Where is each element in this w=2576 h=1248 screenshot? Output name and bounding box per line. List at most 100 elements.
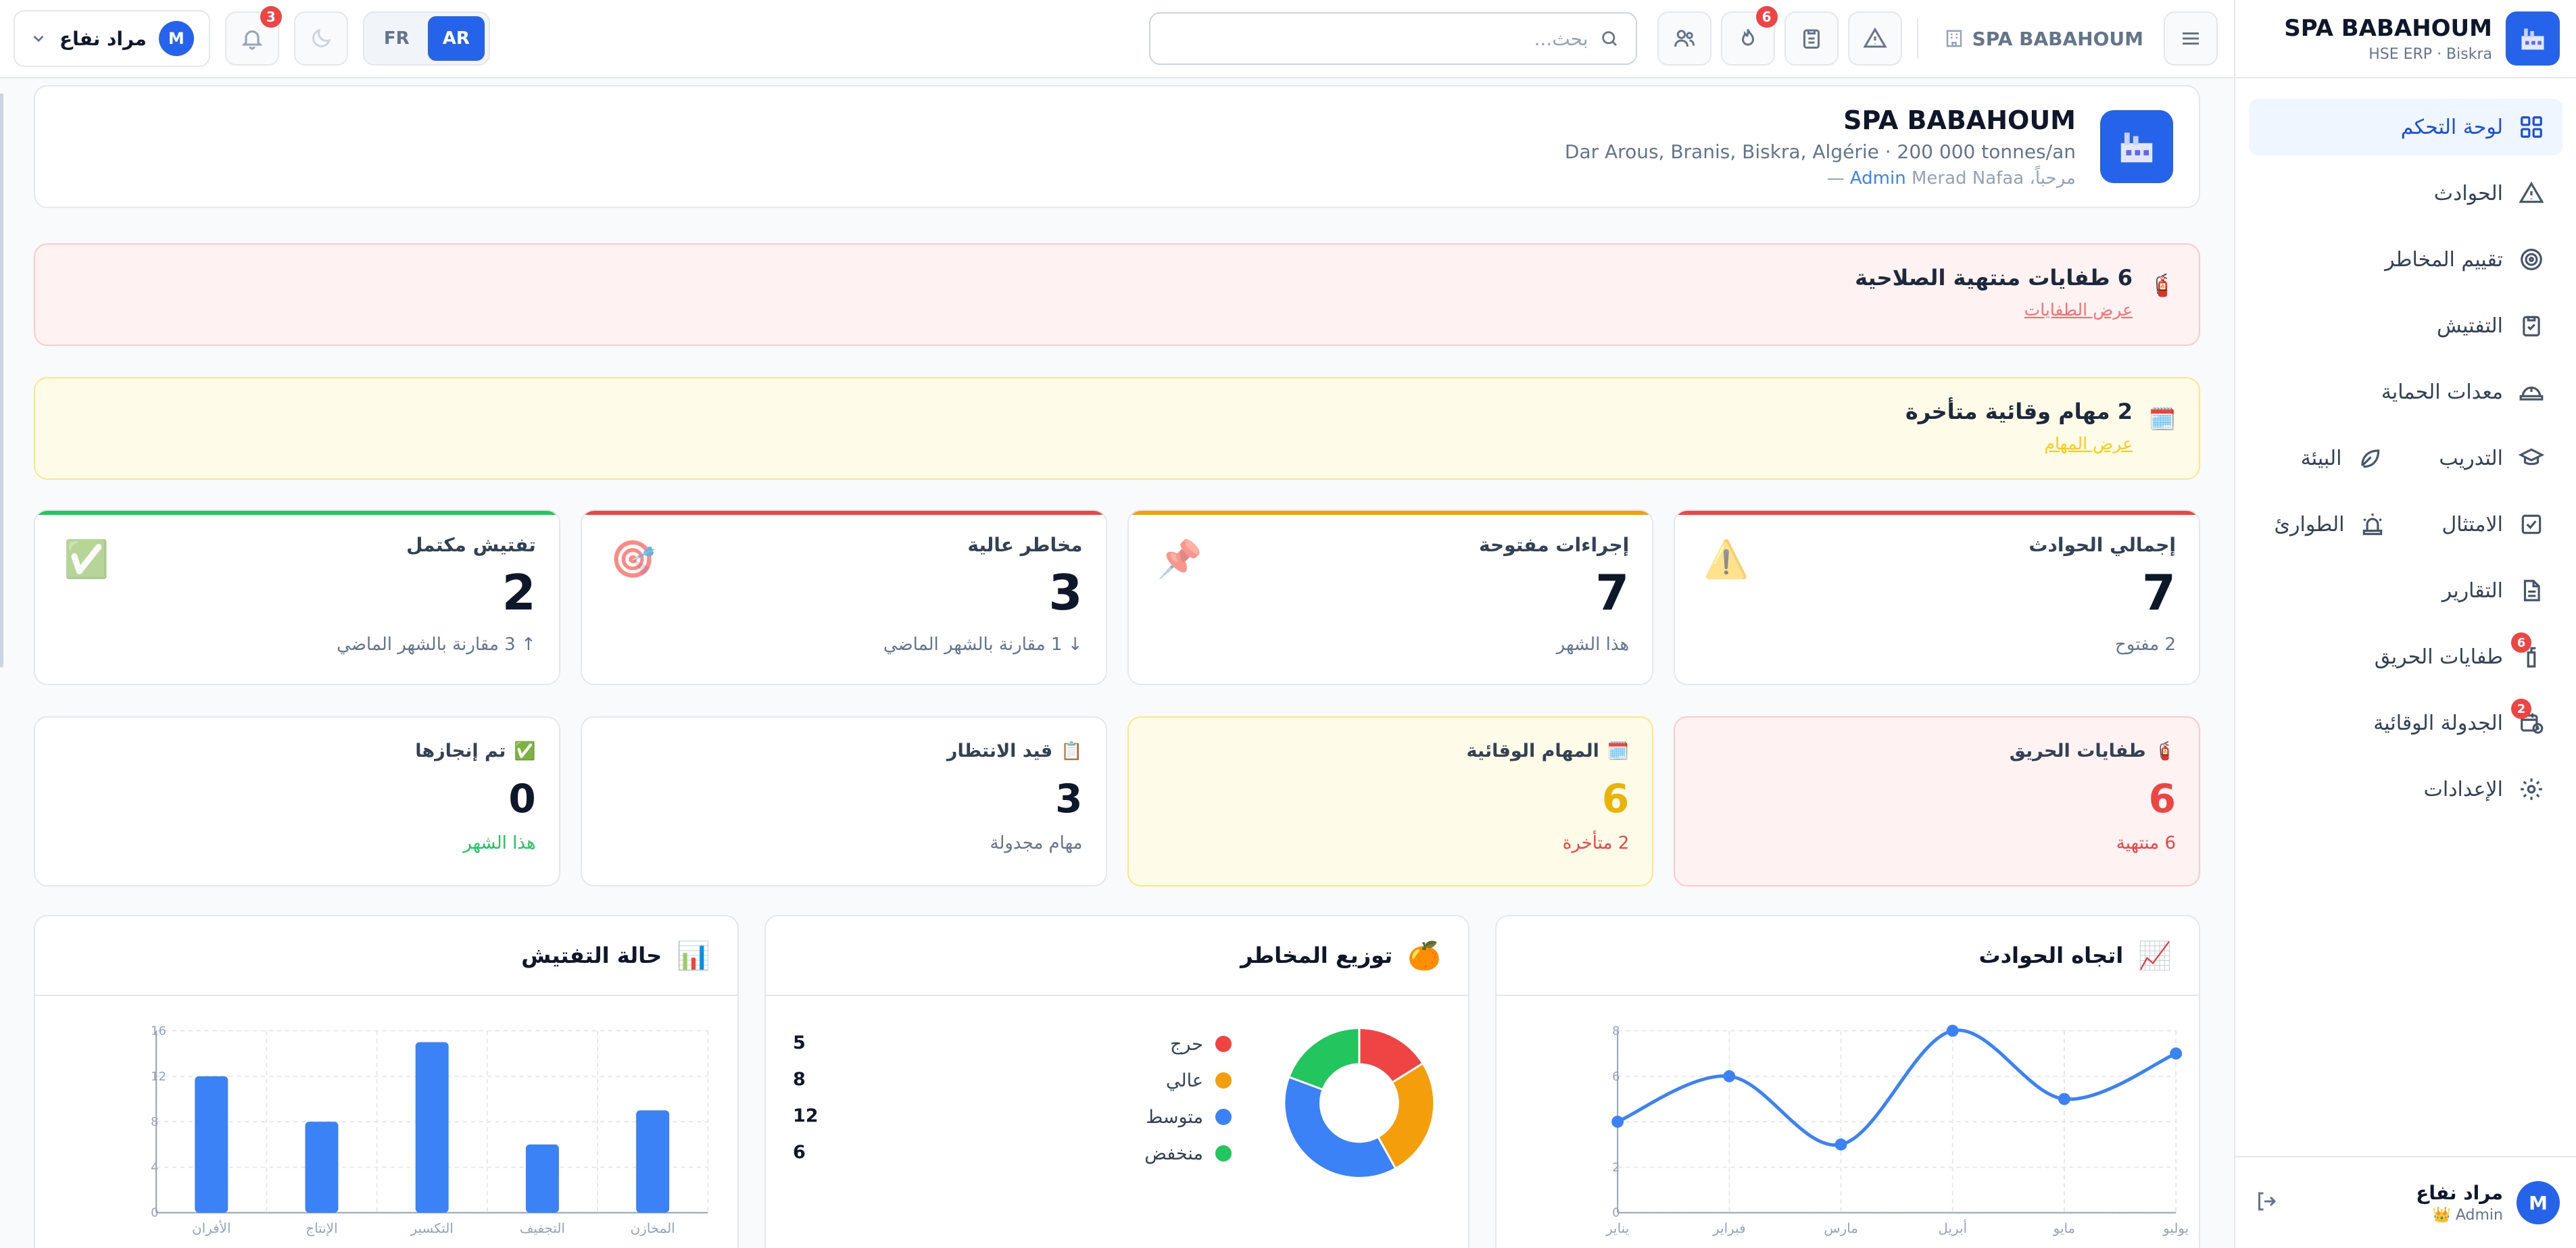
- company-info: SPA BABAHOUM Dar Arous, Branis, Biskra, …: [1565, 105, 2076, 189]
- sidebar-item-extinguishers[interactable]: 6 طفايات الحريق: [2249, 628, 2562, 685]
- inspection-shortcut-button[interactable]: [1784, 11, 1839, 66]
- bar: [195, 1076, 228, 1213]
- target-icon: [2518, 246, 2545, 273]
- stat-value: 0: [508, 776, 536, 822]
- x-tick-label: التجفيف: [520, 1221, 565, 1237]
- fire-badge: 6: [1755, 6, 1778, 28]
- scrollbar[interactable]: [0, 93, 3, 668]
- stat-card-completed-inspections[interactable]: تفتيش مكتمل 2 ↑ 3 مقارنة بالشهر الماضي ✅: [34, 509, 560, 685]
- risk-donut-chart: [1283, 1027, 1436, 1179]
- chart-header: 📈 اتجاه الحوادث: [1497, 916, 2199, 996]
- x-tick-label: مايو: [2053, 1221, 2076, 1237]
- sidebar-badge: 2: [2511, 699, 2531, 719]
- sidebar-item-ppe[interactable]: معدات الحماية: [2249, 364, 2562, 420]
- alert-title: 6 طفايات منتهية الصلاحية: [1855, 265, 2133, 291]
- y-tick-label: 12: [151, 1070, 166, 1084]
- user-name: مراد نفاع: [2416, 1182, 2503, 1204]
- chart-up-icon: 📈: [2138, 940, 2172, 972]
- sidebar-item-risk-assessment[interactable]: تقييم المخاطر: [2249, 231, 2562, 288]
- inspection-bar-chart: 0481216الأفران الإنتاج التكسير التجفيف المخا…: [151, 1024, 709, 1237]
- stat-value: 7: [1595, 564, 1630, 621]
- theme-toggle-button[interactable]: [293, 11, 348, 66]
- stat-card-extinguishers[interactable]: 🧯 طفايات الحريق 6 6 منتهية: [1674, 716, 2200, 887]
- sidebar-brand: SPA BABAHOUM HSE ERP · Biskra: [2284, 15, 2492, 63]
- legend-value: 6: [793, 1142, 806, 1163]
- sidebar-item-label: لوحة التحكم: [2400, 115, 2503, 139]
- sidebar-item-inspection[interactable]: التفتيش: [2249, 297, 2562, 354]
- menu-button[interactable]: [2164, 11, 2218, 66]
- stat-card-preventive-tasks[interactable]: 🗓️ المهام الوقائية 6 2 متأخرة: [1127, 716, 1654, 887]
- extinguisher-icon: 🧯: [2149, 272, 2176, 298]
- legend-label: متوسط: [1146, 1106, 1203, 1128]
- fire-shortcut-button[interactable]: 6: [1720, 6, 1778, 66]
- topbar-left: FR AR 3 M مراد نفاع: [14, 6, 490, 67]
- sidebar-item-label: طفايات الحريق: [2374, 645, 2503, 669]
- bar: [305, 1122, 339, 1213]
- avatar[interactable]: M: [2517, 1181, 2560, 1224]
- chevron-down-icon: [33, 35, 44, 43]
- sidebar-item-environment-label[interactable]: البيئة: [2301, 447, 2342, 470]
- stat-value: 6: [1601, 776, 1630, 822]
- language-switch[interactable]: FR AR: [362, 11, 490, 66]
- sidebar-item-preventive-schedule[interactable]: 2 الجدولة الوقائية: [2249, 695, 2562, 751]
- lang-ar-option[interactable]: AR: [427, 16, 485, 61]
- chart-body: 02468ينايرفبرايرمارسأبريلمايويوليو: [1497, 997, 2199, 1248]
- view-extinguishers-link[interactable]: عرض الطفايات: [1855, 300, 2133, 320]
- legend-item: منخفض: [1144, 1142, 1232, 1165]
- y-tick-label: 2: [1612, 1160, 1620, 1174]
- stat-label-text: طفايات الحريق: [2009, 741, 2146, 762]
- welcome-prefix: مرحباً،: [2029, 168, 2076, 189]
- stat-card-total-incidents[interactable]: إجمالي الحوادث 7 2 مفتوح ⚠️: [1674, 509, 2200, 685]
- users-shortcut-button[interactable]: [1657, 11, 1711, 66]
- clipboard-check-icon: [2518, 312, 2545, 339]
- stat-label: إجراءات مفتوحة: [1479, 534, 1630, 556]
- incidents-shortcut-button[interactable]: [1847, 11, 1902, 66]
- target-icon: 🎯: [610, 538, 656, 580]
- siren-icon: [2359, 511, 2386, 538]
- stat-label: 🗓️ المهام الوقائية: [1152, 741, 1630, 762]
- stat-card-high-risks[interactable]: مخاطر عالية 3 ↓ 1 مقارنة بالشهر الماضي 🎯: [580, 509, 1107, 685]
- stat-value: 6: [2148, 776, 2176, 822]
- alert-content: 6 طفايات منتهية الصلاحية عرض الطفايات: [1855, 265, 2133, 320]
- menu-icon: [2183, 32, 2199, 45]
- stat-card-completed[interactable]: ✅ تم إنجازها 0 هذا الشهر: [34, 716, 560, 887]
- sidebar-item-compliance[interactable]: الامتثال الطوارئ: [2249, 496, 2562, 553]
- welcome-line: مرحباً، Admin Merad Nafaa —: [1565, 168, 2076, 189]
- sidebar-item-label: الجدولة الوقائية: [2373, 711, 2503, 735]
- check-icon: ✅: [514, 741, 536, 762]
- secondary-kpi-row: 🧯 طفايات الحريق 6 6 منتهية 🗓️ المهام الوقا…: [34, 716, 2200, 887]
- bar: [415, 1042, 449, 1213]
- sidebar-item-dashboard[interactable]: لوحة التحكم: [2249, 99, 2562, 155]
- building-icon: [1946, 30, 1962, 47]
- notifications-button[interactable]: 3: [224, 6, 282, 66]
- sidebar-item-training[interactable]: التدريب البيئة: [2249, 430, 2562, 486]
- stat-card-open-actions[interactable]: إجراءات مفتوحة 7 هذا الشهر 📌: [1127, 509, 1654, 685]
- sidebar-item-emergency-label[interactable]: الطوارئ: [2275, 513, 2345, 536]
- expired-extinguishers-alert: 🧯 6 طفايات منتهية الصلاحية عرض الطفايات: [34, 243, 2200, 346]
- x-tick-label: المخازن: [630, 1221, 675, 1237]
- user-menu-button[interactable]: M مراد نفاع: [14, 10, 210, 67]
- stat-label: مخاطر عالية: [967, 534, 1083, 556]
- topbar: SPA BABAHOUM 6 FR AR: [0, 0, 2234, 78]
- x-tick-label: مارس: [1824, 1221, 1858, 1237]
- inspection-status-card: 📊 حالة التفتيش 0 4 8 12 16 الأفران الإنتاج التك…: [34, 915, 739, 1248]
- stat-card-pending[interactable]: 📋 قيد الانتظار 3 مهام مجدولة: [580, 716, 1107, 887]
- card-accent: [1675, 511, 2199, 515]
- x-tick-label: فبراير: [1712, 1221, 1746, 1237]
- risk-distribution-card: 🍊 توزيع المخاطر حرج عالي متوسط منخفض 5 8 12 6: [764, 915, 1469, 1248]
- flame-icon: [1741, 29, 1754, 46]
- logout-icon[interactable]: [2252, 1189, 2279, 1216]
- sidebar-item-incidents[interactable]: الحوادث: [2249, 165, 2562, 222]
- notifications-badge: 3: [260, 6, 282, 28]
- y-tick-label: 8: [1612, 1024, 1620, 1038]
- bar: [525, 1144, 559, 1213]
- search-input[interactable]: [1166, 27, 1588, 50]
- sidebar-item-settings[interactable]: الإعدادات: [2249, 761, 2562, 818]
- search-box[interactable]: [1148, 12, 1637, 65]
- card-accent: [35, 511, 559, 515]
- sidebar-user: مراد نفاع Admin 👑: [2416, 1182, 2503, 1224]
- sidebar-item-reports[interactable]: التقارير: [2249, 562, 2562, 619]
- lang-fr-option[interactable]: FR: [368, 16, 425, 61]
- users-icon: [1674, 30, 1695, 47]
- view-tasks-link[interactable]: عرض المهام: [1905, 434, 2133, 453]
